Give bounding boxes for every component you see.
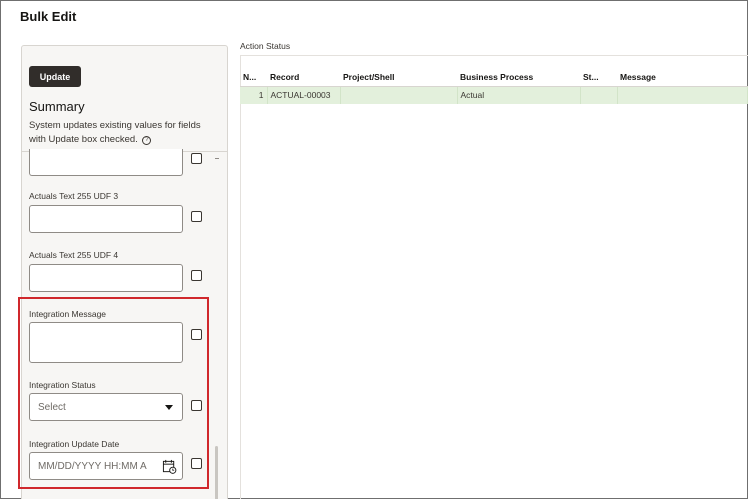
scroll-indicator [215,158,219,159]
summary-description-text: System updates existing values for field… [29,120,201,145]
column-header-number[interactable]: N... [240,68,267,87]
scrollbar[interactable] [215,446,218,499]
udf4-update-checkbox[interactable] [191,270,202,281]
column-header-record[interactable]: Record [267,68,340,87]
table-header-row: N... Record Project/Shell Business Proce… [240,68,748,87]
udf2-update-checkbox[interactable] [191,153,202,164]
udf4-label: Actuals Text 255 UDF 4 [29,250,119,260]
page-title: Bulk Edit [20,9,77,24]
udf3-label: Actuals Text 255 UDF 3 [29,191,119,201]
column-header-status[interactable]: St... [580,68,617,87]
cell-status [580,86,618,104]
summary-description: System updates existing values for field… [29,119,219,147]
table-row[interactable]: 1 ACTUAL-00003 Actual [240,86,748,104]
column-header-business-process[interactable]: Business Process [457,68,580,87]
cell-number: 1 [240,86,268,104]
highlight-box [18,297,209,489]
column-header-project-shell[interactable]: Project/Shell [340,68,457,87]
column-header-message[interactable]: Message [617,68,748,87]
udf2-input[interactable] [29,149,183,176]
cell-record: ACTUAL-00003 [267,86,341,104]
help-icon[interactable]: ? [142,136,152,145]
update-button[interactable]: Update [29,66,81,87]
udf3-input[interactable] [29,205,183,233]
summary-title: Summary [29,99,85,114]
cell-message [617,86,748,104]
action-status-label: Action Status [240,41,291,51]
action-status-table: N... Record Project/Shell Business Proce… [240,68,748,104]
udf4-input[interactable] [29,264,183,292]
cell-business-process: Actual [457,86,581,104]
udf3-update-checkbox[interactable] [191,211,202,222]
cell-project [340,86,458,104]
action-status-panel [240,55,748,499]
